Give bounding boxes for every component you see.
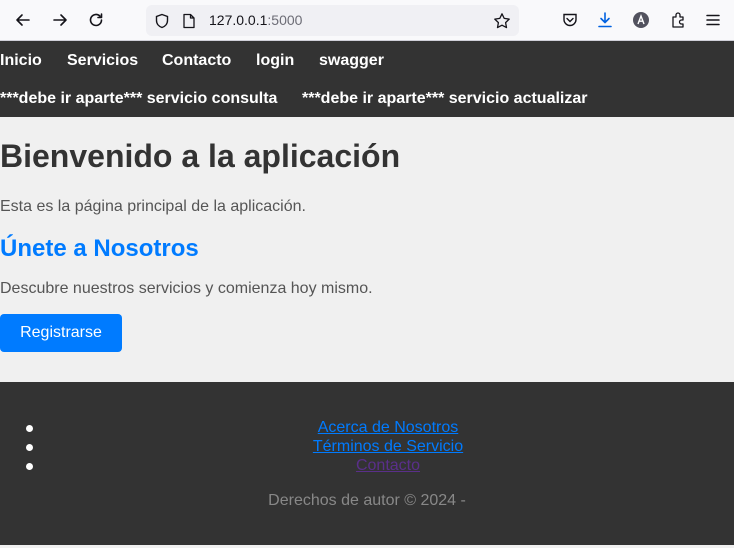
download-icon[interactable] xyxy=(593,8,617,32)
nav-link-inicio[interactable]: Inicio xyxy=(0,52,42,70)
menu-icon[interactable] xyxy=(701,8,725,32)
site-footer: Acerca de Nosotros Términos de Servicio … xyxy=(0,382,734,545)
register-button[interactable]: Registrarse xyxy=(0,314,122,352)
reload-icon[interactable] xyxy=(84,8,108,32)
page-description: Esta es la página principal de la aplica… xyxy=(0,198,306,215)
copyright-text: Derechos de autor © 2024 - xyxy=(268,492,466,509)
nav-link-servicios[interactable]: Servicios xyxy=(67,52,138,70)
footer-list-item: Términos de Servicio xyxy=(0,438,734,457)
nav-link-servicio-actualizar[interactable]: ***debe ir aparte*** servicio actualizar xyxy=(302,90,587,108)
pocket-icon[interactable] xyxy=(558,8,582,32)
site-navbar: Inicio Servicios Contacto login swagger … xyxy=(0,41,734,117)
nav-link-servicio-consulta[interactable]: ***debe ir aparte*** servicio consulta xyxy=(0,90,277,108)
join-heading: Únete a Nosotros xyxy=(0,235,199,262)
url-text[interactable]: 127.0.0.1:5000 xyxy=(209,12,302,28)
forward-icon[interactable] xyxy=(48,8,72,32)
footer-link-contacto[interactable]: Contacto xyxy=(0,457,734,475)
join-description: Descubre nuestros servicios y comienza h… xyxy=(0,280,373,297)
url-host: 127.0.0.1 xyxy=(209,12,268,28)
bookmark-star-icon[interactable] xyxy=(493,12,511,30)
nav-link-contacto[interactable]: Contacto xyxy=(162,52,231,70)
address-bar[interactable]: 127.0.0.1:5000 xyxy=(146,5,519,36)
nav-link-swagger[interactable]: swagger xyxy=(319,52,384,70)
browser-toolbar: 127.0.0.1:5000 xyxy=(0,0,734,41)
footer-list-item: Acerca de Nosotros xyxy=(0,419,734,438)
footer-link-acerca[interactable]: Acerca de Nosotros xyxy=(0,419,734,437)
shield-icon[interactable] xyxy=(153,12,171,30)
account-avatar-icon[interactable] xyxy=(629,8,653,32)
extensions-icon[interactable] xyxy=(666,8,690,32)
footer-link-terminos[interactable]: Términos de Servicio xyxy=(0,438,734,456)
nav-link-login[interactable]: login xyxy=(256,52,294,70)
page-icon[interactable] xyxy=(180,12,198,30)
page-title: Bienvenido a la aplicación xyxy=(0,138,401,174)
back-icon[interactable] xyxy=(11,8,35,32)
footer-list-item: Contacto xyxy=(0,457,734,476)
url-port: :5000 xyxy=(267,12,303,28)
